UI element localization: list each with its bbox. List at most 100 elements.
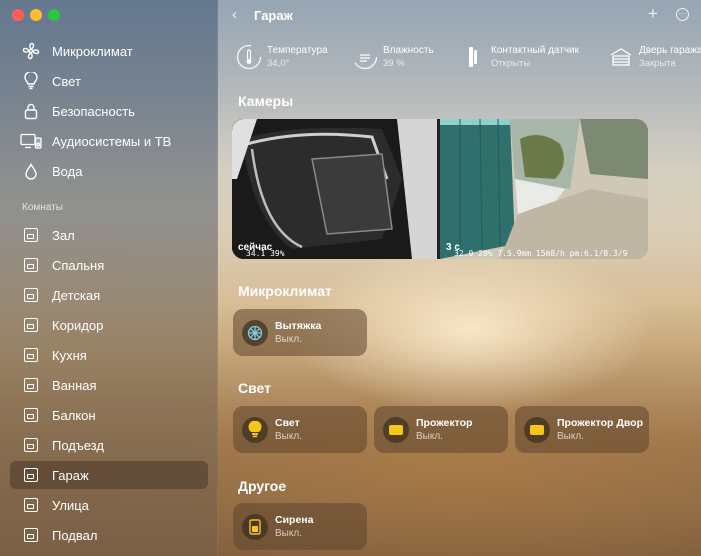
minimize-window-button[interactable] [30, 9, 42, 21]
lock-icon [20, 101, 42, 121]
window-controls [12, 9, 60, 21]
contact-sensor-icon [460, 44, 486, 70]
sidebar-item-kids-room[interactable]: Детская [10, 281, 208, 309]
sidebar: Микроклимат Свет Безопасность Аудиосисте… [0, 0, 218, 556]
lightbulb-icon [242, 416, 268, 443]
status-name: Контактный датчик [491, 45, 580, 56]
status-value: Закрыта [639, 58, 676, 69]
accessory-tile-floodlight[interactable]: Прожектор Выкл. [374, 406, 508, 453]
sidebar-item-audio-tv[interactable]: Аудиосистемы и ТВ [10, 127, 208, 155]
sidebar-item-label: Подвал [52, 527, 98, 543]
humidity-icon [352, 44, 378, 70]
floodlight-icon [383, 416, 409, 443]
floodlight-icon [524, 416, 550, 443]
close-window-button[interactable] [12, 9, 24, 21]
sidebar-item-kitchen[interactable]: Кухня [10, 341, 208, 369]
status-humidity[interactable]: Влажность 39 % [352, 42, 434, 72]
camera-overlay-text: 32.0 20% 7.5.9mm 15m8/h pm:6.1/8.3/9 [454, 249, 628, 258]
lightbulb-icon [20, 71, 42, 91]
status-garage-door[interactable]: Дверь гаража Закрыта [608, 42, 701, 72]
sidebar-item-label: Безопасность [52, 103, 135, 119]
sidebar-item-climate[interactable]: Микроклимат [10, 37, 208, 65]
sidebar-item-balcony[interactable]: Балкон [10, 401, 208, 429]
more-options-icon[interactable]: ··· [676, 8, 689, 21]
status-contact-sensor[interactable]: Контактный датчик Открыты [460, 42, 579, 72]
tv-speaker-icon [20, 131, 42, 151]
add-icon[interactable]: + [648, 4, 658, 24]
status-temperature[interactable]: Температура 34,0° [236, 42, 328, 72]
status-name: Температура [267, 45, 328, 56]
tile-name: Свет [275, 417, 300, 429]
tile-status: Выкл. [557, 431, 584, 442]
accessory-tile-exhaust-fan[interactable]: Вытяжка Выкл. [233, 309, 367, 356]
water-drop-icon [20, 161, 42, 181]
tile-name: Вытяжка [275, 320, 322, 332]
room-icon [20, 525, 42, 545]
sidebar-item-label: Балкон [52, 407, 96, 423]
camera-strip: сейчас 34.1 39% 3 с 32.0 20% 7.5.9mm 15m… [232, 119, 648, 259]
room-icon [20, 315, 42, 335]
accessory-tile-floodlight-yard[interactable]: Прожектор Двор Выкл. [515, 406, 649, 453]
sidebar-item-security[interactable]: Безопасность [10, 97, 208, 125]
accessory-tile-siren[interactable]: Сирена Выкл. [233, 503, 367, 550]
room-icon [20, 465, 42, 485]
sidebar-item-label: Коридор [52, 317, 104, 333]
sidebar-item-label: Спальня [52, 257, 105, 273]
sidebar-item-garage[interactable]: Гараж [10, 461, 208, 489]
sidebar-item-light[interactable]: Свет [10, 67, 208, 95]
rooms-section-label: Комнаты [22, 202, 63, 213]
room-icon [20, 405, 42, 425]
tile-name: Прожектор [416, 417, 473, 429]
sidebar-item-hall[interactable]: Зал [10, 221, 208, 249]
sidebar-item-entrance[interactable]: Подъезд [10, 431, 208, 459]
camera-feed[interactable]: 3 с 32.0 20% 7.5.9mm 15m8/h pm:6.1/8.3/9 [440, 119, 648, 259]
room-icon [20, 495, 42, 515]
sidebar-item-label: Микроклимат [52, 43, 133, 59]
section-heading-climate: Микроклимат [238, 283, 332, 299]
tile-status: Выкл. [275, 431, 302, 442]
sidebar-item-corridor[interactable]: Коридор [10, 311, 208, 339]
room-icon [20, 435, 42, 455]
room-icon [20, 285, 42, 305]
garage-door-icon [608, 44, 634, 70]
sidebar-item-water[interactable]: Вода [10, 157, 208, 185]
section-heading-light: Свет [238, 380, 271, 396]
room-icon [20, 345, 42, 365]
camera-overlay-text: 34.1 39% [246, 249, 285, 258]
room-icon [20, 255, 42, 275]
accessory-tile-light[interactable]: Свет Выкл. [233, 406, 367, 453]
sidebar-item-label: Улица [52, 497, 89, 513]
status-name: Дверь гаража [639, 45, 701, 56]
siren-icon [242, 513, 268, 540]
status-name: Влажность [383, 45, 434, 56]
sidebar-item-label: Вода [52, 163, 83, 179]
sidebar-item-street[interactable]: Улица [10, 491, 208, 519]
sidebar-item-label: Зал [52, 227, 75, 243]
sidebar-item-label: Свет [52, 73, 81, 89]
zoom-window-button[interactable] [48, 9, 60, 21]
tile-status: Выкл. [275, 334, 302, 345]
tile-status: Выкл. [275, 528, 302, 539]
tile-status: Выкл. [416, 431, 443, 442]
sidebar-item-basement[interactable]: Подвал [10, 521, 208, 549]
section-heading-cameras: Камеры [238, 93, 294, 109]
sidebar-item-label: Кухня [52, 347, 87, 363]
status-value: 39 % [383, 58, 405, 69]
camera-feed[interactable]: сейчас 34.1 39% [232, 119, 437, 259]
sidebar-item-bathroom[interactable]: Ванная [10, 371, 208, 399]
section-heading-other: Другое [238, 478, 287, 494]
sidebar-item-label: Аудиосистемы и ТВ [52, 133, 172, 149]
sidebar-item-label: Ванная [52, 377, 97, 393]
sidebar-item-label: Гараж [52, 467, 89, 483]
room-icon [20, 375, 42, 395]
room-icon [20, 225, 42, 245]
tile-name: Прожектор Двор [557, 417, 644, 429]
sidebar-item-label: Детская [52, 287, 101, 303]
status-value: 34,0° [267, 58, 290, 69]
tile-name: Сирена [275, 514, 314, 526]
status-value: Открыты [491, 58, 531, 69]
back-chevron-icon[interactable]: ‹ [232, 6, 237, 23]
sidebar-item-bedroom[interactable]: Спальня [10, 251, 208, 279]
sidebar-item-label: Подъезд [52, 437, 104, 453]
fan-icon [242, 319, 268, 346]
